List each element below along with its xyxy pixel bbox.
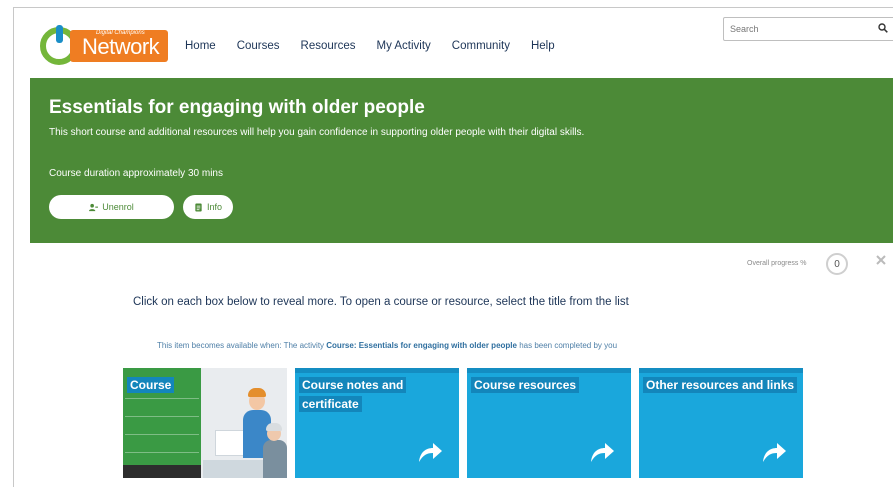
nav-community[interactable]: Community <box>452 40 510 52</box>
nav-home[interactable]: Home <box>185 40 216 52</box>
course-banner: Essentials for engaging with older peopl… <box>30 78 893 243</box>
course-duration: Course duration approximately 30 mins <box>49 168 223 179</box>
user-minus-icon <box>89 203 99 211</box>
tile-course-label: Course <box>127 376 175 395</box>
main-nav: Home Courses Resources My Activity Commu… <box>185 40 576 52</box>
availability-activity-link[interactable]: Course: Essentials for engaging with old… <box>326 341 517 350</box>
site-logo[interactable]: Digital Champions Network <box>40 25 170 67</box>
tile-course-resources[interactable]: Course resources <box>467 368 631 478</box>
unenrol-button[interactable]: Unenrol <box>49 195 174 219</box>
overall-progress-label: Overall progress % <box>747 260 807 267</box>
illustration-footer <box>123 465 201 478</box>
overall-progress-value: 0 <box>826 253 848 275</box>
tile-course-resources-label: Course resources <box>471 376 580 395</box>
search-box <box>723 17 893 41</box>
info-button[interactable]: Info <box>183 195 233 219</box>
unenrol-label: Unenrol <box>102 202 134 212</box>
tile-course-notes-label: Course notes and certificate <box>299 376 459 414</box>
tile-other-resources-label: Other resources and links <box>643 376 798 395</box>
availability-notice: This item becomes available when: The ac… <box>157 341 617 350</box>
nav-help[interactable]: Help <box>531 40 555 52</box>
availability-suffix: has been completed by you <box>516 341 618 350</box>
share-arrow-icon <box>591 443 614 462</box>
close-icon[interactable] <box>876 255 886 265</box>
course-description: This short course and additional resourc… <box>49 127 585 138</box>
info-document-icon <box>195 202 202 212</box>
tile-course-notes[interactable]: Course notes and certificate <box>295 368 459 478</box>
tile-course[interactable]: Course <box>123 368 287 478</box>
course-title: Essentials for engaging with older peopl… <box>49 97 425 118</box>
instructions-text: Click on each box below to reveal more. … <box>133 296 629 308</box>
share-arrow-icon <box>419 443 442 462</box>
search-input[interactable] <box>730 21 870 37</box>
info-label: Info <box>206 202 222 212</box>
tile-other-resources[interactable]: Other resources and links <box>639 368 803 478</box>
older-person-figure <box>263 440 287 478</box>
nav-courses[interactable]: Courses <box>237 40 280 52</box>
share-arrow-icon <box>763 443 786 462</box>
nav-my-activity[interactable]: My Activity <box>376 40 430 52</box>
magnifier-icon[interactable] <box>878 23 888 33</box>
availability-prefix: This item becomes available when: The ac… <box>157 341 327 350</box>
logo-name: Network <box>82 34 160 59</box>
nav-resources[interactable]: Resources <box>301 40 356 52</box>
